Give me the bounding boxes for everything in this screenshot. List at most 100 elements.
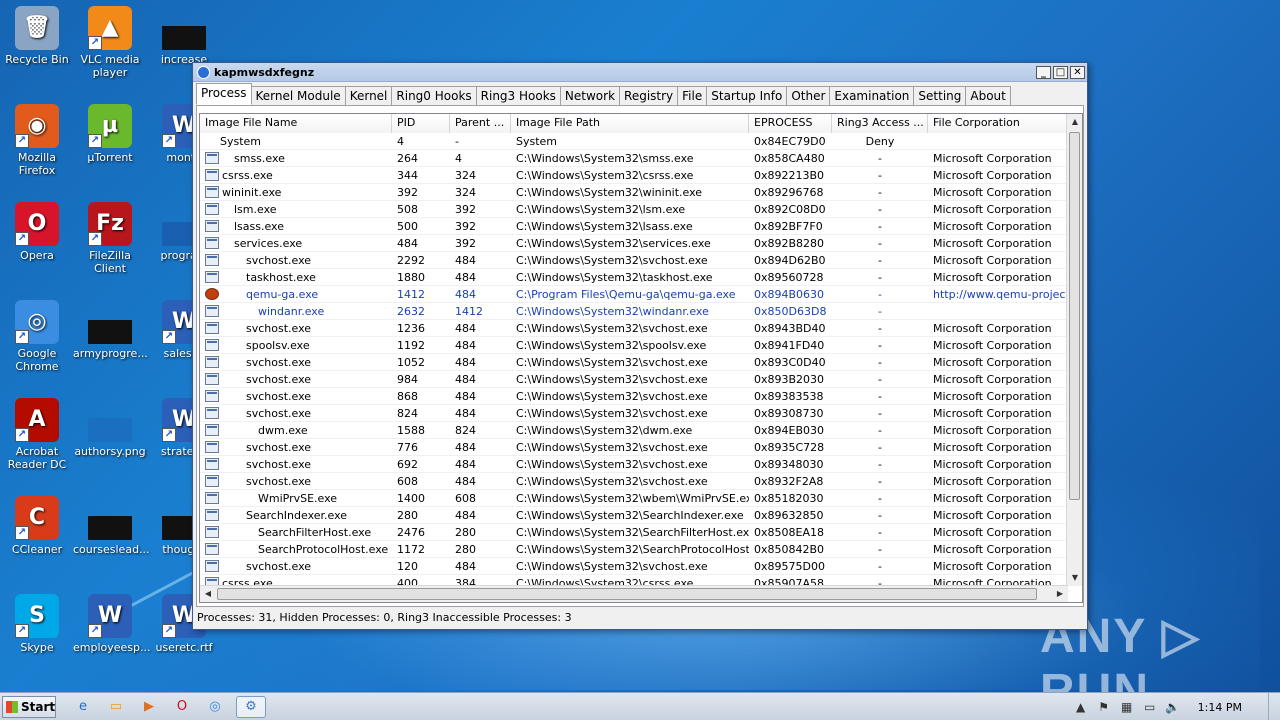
opera-taskbar-icon[interactable]: O (170, 696, 194, 718)
table-row[interactable]: SearchIndexer.exe 280 484 C:\Windows\System… (200, 507, 1070, 524)
table-row[interactable]: svchost.exe 120 484 C:\Windows\System32\svc… (200, 558, 1070, 575)
desktop-icon[interactable]: C ↗ CCleaner (0, 496, 74, 556)
parent-pid-cell: 392 (455, 203, 476, 216)
window-titlebar[interactable]: kapmwsdxfegnz _ □ ✕ (193, 63, 1087, 82)
internet-explorer-taskbar-icon[interactable]: e (71, 696, 95, 718)
table-row[interactable]: SearchFilterHost.exe 2476 280 C:\Windows\Sy… (200, 524, 1070, 541)
table-row[interactable]: services.exe 484 392 C:\Windows\System32\se… (200, 235, 1070, 252)
column-header[interactable]: File Corporation (928, 114, 1070, 133)
show-hidden-icon[interactable]: ▲ (1073, 699, 1089, 715)
network-icon[interactable]: ▦ (1119, 699, 1135, 715)
table-row[interactable]: wininit.exe 392 324 C:\Windows\System32\win… (200, 184, 1070, 201)
tab-file[interactable]: File (677, 86, 708, 105)
parent-pid-cell: 484 (455, 458, 476, 471)
table-row[interactable]: lsm.exe 508 392 C:\Windows\System32\lsm.exe… (200, 201, 1070, 218)
tab-about[interactable]: About (965, 86, 1011, 105)
desktop-icon[interactable]: O ↗ Opera (0, 202, 74, 262)
process-icon (205, 458, 219, 470)
tab-other[interactable]: Other (786, 86, 831, 105)
table-row[interactable]: dwm.exe 1588 824 C:\Windows\System32\dwm.ex… (200, 422, 1070, 439)
process-name: spoolsv.exe (246, 339, 310, 352)
table-row[interactable]: System 4 - System 0x84EC79D0 Deny (200, 133, 1070, 150)
table-row[interactable]: svchost.exe 868 484 C:\Windows\System32\svc… (200, 388, 1070, 405)
tab-startup-info[interactable]: Startup Info (706, 86, 788, 105)
vertical-scroll-thumb[interactable] (1069, 132, 1080, 500)
column-header[interactable]: Ring3 Access ... (832, 114, 928, 133)
column-header[interactable]: PID (392, 114, 450, 133)
desktop-icon[interactable]: A ↗ Acrobat Reader DC (0, 398, 74, 471)
vertical-scrollbar[interactable]: ▲ ▼ (1066, 114, 1082, 586)
table-row[interactable]: svchost.exe 1052 484 C:\Windows\System32\sv… (200, 354, 1070, 371)
table-row[interactable]: qemu-ga.exe 1412 484 C:\Program Files\Qemu-… (200, 286, 1070, 303)
desktop-icon[interactable]: authorsy.png (73, 398, 147, 458)
desktop-icon[interactable]: increase (147, 6, 221, 66)
desktop-icon[interactable]: ▲ ↗ VLC media player (73, 6, 147, 79)
table-row[interactable]: lsass.exe 500 392 C:\Windows\System32\lsass… (200, 218, 1070, 235)
desktop-icon[interactable]: 🗑 Recycle Bin (0, 6, 74, 66)
table-row[interactable]: svchost.exe 1236 484 C:\Windows\System32\sv… (200, 320, 1070, 337)
scroll-right-icon[interactable]: ▶ (1052, 586, 1068, 602)
scroll-down-icon[interactable]: ▼ (1067, 570, 1082, 586)
desktop-icon[interactable]: armyprogre... (73, 300, 148, 360)
scroll-left-icon[interactable]: ◀ (200, 586, 216, 602)
table-row[interactable]: csrss.exe 344 324 C:\Windows\System32\csrss… (200, 167, 1070, 184)
tab-process[interactable]: Process (196, 83, 252, 105)
table-row[interactable]: svchost.exe 692 484 C:\Windows\System32\svc… (200, 456, 1070, 473)
desktop-icon[interactable]: µ ↗ µTorrent (73, 104, 147, 164)
table-row[interactable]: windanr.exe 2632 1412 C:\Windows\System32\w… (200, 303, 1070, 320)
table-row[interactable]: taskhost.exe 1880 484 C:\Windows\System32\t… (200, 269, 1070, 286)
tab-kernel-module[interactable]: Kernel Module (250, 86, 346, 105)
table-row[interactable]: svchost.exe 776 484 C:\Windows\System32\svc… (200, 439, 1070, 456)
desktop-icon[interactable]: ◉ ↗ Mozilla Firefox (0, 104, 74, 177)
column-header[interactable]: Image File Path (511, 114, 749, 133)
tab-kernel[interactable]: Kernel (344, 86, 393, 105)
media-player-taskbar-icon[interactable]: ▶ (137, 696, 161, 718)
tab-network[interactable]: Network (559, 86, 621, 105)
table-row[interactable]: svchost.exe 2292 484 C:\Windows\System32\sv… (200, 252, 1070, 269)
desktop-icon[interactable]: courseslead... (73, 496, 150, 556)
chrome-taskbar-icon[interactable]: ◎ (203, 696, 227, 718)
clock[interactable]: 1:14 PM (1198, 701, 1242, 714)
tab-registry[interactable]: Registry (619, 86, 679, 105)
ring3-access-cell: - (878, 475, 882, 488)
ring3-access-cell: - (878, 152, 882, 165)
volume-icon[interactable]: 🔈 (1165, 699, 1181, 715)
desktop-icon[interactable]: S ↗ Skype (0, 594, 74, 654)
table-row[interactable]: smss.exe 264 4 C:\Windows\System32\smss.exe… (200, 150, 1070, 167)
explorer-taskbar-icon[interactable]: ▭ (104, 696, 128, 718)
flag-icon[interactable]: ⚑ (1096, 699, 1112, 715)
desktop-icon[interactable]: ◎ ↗ Google Chrome (0, 300, 74, 373)
desktop-icon[interactable]: Fz ↗ FileZilla Client (73, 202, 147, 275)
pid-cell: 1880 (397, 271, 425, 284)
tab-ring0-hooks[interactable]: Ring0 Hooks (391, 86, 477, 105)
process-name-cell: dwm.exe (200, 422, 392, 438)
start-button[interactable]: Start (2, 695, 56, 718)
tab-ring3-hooks[interactable]: Ring3 Hooks (475, 86, 561, 105)
process-name-cell: svchost.exe (200, 439, 392, 455)
horizontal-scroll-thumb[interactable] (217, 588, 1037, 600)
table-row[interactable]: svchost.exe 608 484 C:\Windows\System32\svc… (200, 473, 1070, 490)
column-header[interactable]: Parent ... (450, 114, 511, 133)
desktop-icon[interactable]: W ↗ employeesp... (73, 594, 151, 654)
close-button[interactable]: ✕ (1070, 65, 1085, 79)
process-table: Image File Name PID Parent ... Image File P… (199, 113, 1083, 603)
tab-setting[interactable]: Setting (913, 86, 967, 105)
minimize-button[interactable]: _ (1036, 65, 1051, 79)
maximize-button[interactable]: □ (1053, 65, 1068, 79)
column-header[interactable]: EPROCESS (749, 114, 832, 133)
process-name: windanr.exe (258, 305, 325, 318)
table-row[interactable]: spoolsv.exe 1192 484 C:\Windows\System32\sp… (200, 337, 1070, 354)
show-desktop-button[interactable] (1268, 693, 1280, 720)
table-row[interactable]: SearchProtocolHost.exe 1172 280 C:\Windows\… (200, 541, 1070, 558)
ring3-access-cell: - (878, 373, 882, 386)
horizontal-scrollbar[interactable]: ◀ ▶ (200, 585, 1068, 602)
column-header[interactable]: Image File Name (200, 114, 392, 133)
table-row[interactable]: svchost.exe 824 484 C:\Windows\System32\svc… (200, 405, 1070, 422)
scroll-up-icon[interactable]: ▲ (1067, 114, 1082, 130)
table-row[interactable]: svchost.exe 984 484 C:\Windows\System32\svc… (200, 371, 1070, 388)
tab-examination[interactable]: Examination (829, 86, 915, 105)
monitor-icon[interactable]: ▭ (1142, 699, 1158, 715)
pchunter-taskbar-icon[interactable]: ⚙ (236, 695, 266, 718)
process-name: lsass.exe (234, 220, 284, 233)
table-row[interactable]: WmiPrvSE.exe 1400 608 C:\Windows\System32\w… (200, 490, 1070, 507)
